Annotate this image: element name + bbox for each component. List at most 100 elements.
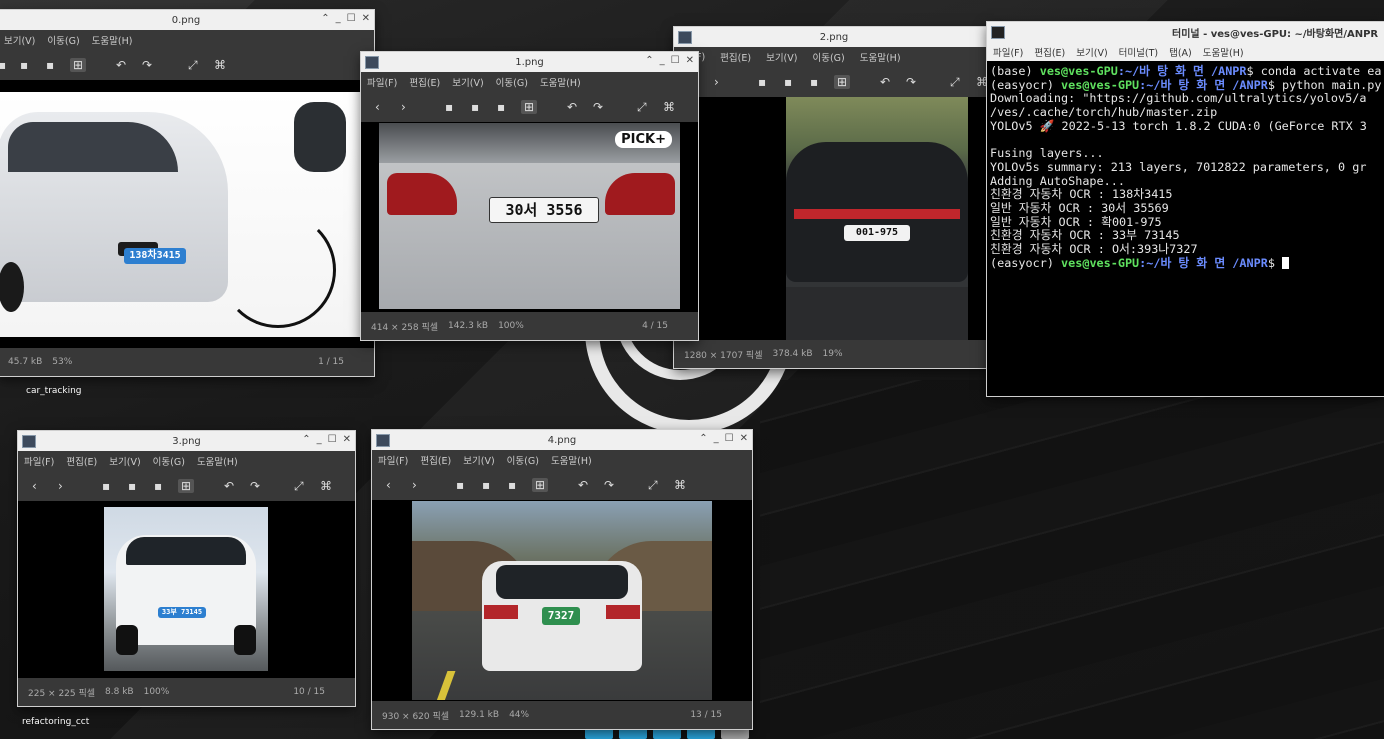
menu-go[interactable]: 이동(G) [47,33,79,47]
gallery-icon[interactable]: ⊞ [834,75,851,89]
taskbar-item[interactable] [585,728,613,739]
image-canvas[interactable]: 138차3415 [0,80,374,348]
menu-help[interactable]: 도움말(H) [551,453,592,467]
terminal-output[interactable]: (base) ves@ves-GPU:~/바 탕 화 면 /ANPR$ cond… [987,61,1384,396]
fullscreen-icon[interactable]: ⤢ [637,100,647,115]
zoom-fit-icon[interactable]: ▪ [810,75,818,89]
minimize-icon[interactable]: _ [336,13,341,24]
collapse-icon[interactable]: ⌃ [302,434,310,445]
next-icon[interactable]: › [714,75,719,89]
menu-go[interactable]: 이동(G) [812,50,844,64]
collapse-icon[interactable]: ⌃ [645,55,653,66]
zoom-normal-icon[interactable]: ▪ [471,100,479,114]
next-icon[interactable]: › [401,100,406,114]
terminal-window[interactable]: 터미널 - ves@ves-GPU: ~/바탕화면/ANPR 파일(F) 편집(… [987,22,1384,396]
menu-terminal[interactable]: 터미널(T) [1119,45,1158,59]
image-viewer-window-1[interactable]: 1.png ⌃ _ ☐ ✕ 파일(F) 편집(E) 보기(V) 이동(G) 도움말(H… [361,52,698,340]
gallery-icon[interactable]: ⊞ [532,478,549,492]
settings-icon[interactable]: ⌘ [663,100,675,114]
next-icon[interactable]: › [412,478,417,492]
image-viewer-window-0[interactable]: 0.png ⌃ _ ☐ ✕ 보기(V) 이동(G) 도움말(H) ▪ ▪ ▪ ⊞ ↶ … [0,10,374,376]
rotate-left-icon[interactable]: ↶ [880,75,890,89]
zoom-out-icon[interactable]: ▪ [445,100,453,114]
close-icon[interactable]: ✕ [343,434,351,445]
menu-help[interactable]: 도움말(H) [860,50,901,64]
rotate-right-icon[interactable]: ↷ [604,478,614,492]
rotate-right-icon[interactable]: ↷ [906,75,916,89]
image-viewer-window-4[interactable]: 4.png ⌃ _ ☐ ✕ 파일(F) 편집(E) 보기(V) 이동(G) 도움말(H… [372,430,752,729]
fullscreen-icon[interactable]: ⤢ [648,478,658,493]
menu-help[interactable]: 도움말(H) [540,75,581,89]
taskbar-item[interactable] [687,728,715,739]
menu-tabs[interactable]: 탭(A) [1169,45,1192,59]
image-canvas[interactable]: PICK+ 30서 3556 [361,122,698,312]
menu-edit[interactable]: 편집(E) [420,453,451,467]
image-canvas[interactable]: 7327 [372,500,752,701]
settings-icon[interactable]: ⌘ [214,58,226,72]
menu-edit[interactable]: 편집(E) [409,75,440,89]
fullscreen-icon[interactable]: ⤢ [294,479,304,494]
menu-edit[interactable]: 편집(E) [1034,45,1065,59]
close-icon[interactable]: ✕ [362,13,370,24]
zoom-fit-icon[interactable]: ▪ [154,479,162,493]
rotate-right-icon[interactable]: ↷ [593,100,603,114]
fullscreen-icon[interactable]: ⤢ [950,75,960,90]
desktop-icon-refactoring-cct[interactable]: refactoring_cct [22,717,89,727]
collapse-icon[interactable]: ⌃ [321,13,329,24]
zoom-out-icon[interactable]: ▪ [758,75,766,89]
menu-view[interactable]: 보기(V) [1076,45,1107,59]
zoom-normal-icon[interactable]: ▪ [784,75,792,89]
menu-help[interactable]: 도움말(H) [92,33,133,47]
menu-edit[interactable]: 편집(E) [66,454,97,468]
menu-view[interactable]: 보기(V) [4,33,35,47]
gallery-icon[interactable]: ⊞ [178,479,195,493]
zoom-fit-icon[interactable]: ▪ [497,100,505,114]
titlebar[interactable]: 2.png [674,27,994,47]
next-icon[interactable]: › [58,479,63,493]
titlebar[interactable]: 3.png ⌃ _ ☐ ✕ [18,431,355,451]
menu-file[interactable]: 파일(F) [24,454,54,468]
maximize-icon[interactable]: ☐ [725,433,734,444]
menu-help[interactable]: 도움말(H) [197,454,238,468]
taskbar-item[interactable] [721,728,749,739]
menu-file[interactable]: 파일(F) [993,45,1023,59]
settings-icon[interactable]: ⌘ [674,478,686,492]
fullscreen-icon[interactable]: ⤢ [188,58,198,73]
zoom-out-icon[interactable]: ▪ [102,479,110,493]
previous-icon[interactable]: ‹ [375,100,380,114]
menu-view[interactable]: 보기(V) [766,50,797,64]
image-canvas[interactable]: 001-975 [674,97,994,340]
minimize-icon[interactable]: _ [317,434,322,445]
rotate-left-icon[interactable]: ↶ [224,479,234,493]
close-icon[interactable]: ✕ [740,433,748,444]
menu-edit[interactable]: 편집(E) [720,50,751,64]
zoom-normal-icon[interactable]: ▪ [482,478,490,492]
menu-view[interactable]: 보기(V) [452,75,483,89]
gallery-icon[interactable]: ⊞ [70,58,87,72]
menu-go[interactable]: 이동(G) [496,75,528,89]
image-canvas[interactable]: 33부 73145 [18,501,355,678]
zoom-out-icon[interactable]: ▪ [456,478,464,492]
minimize-icon[interactable]: _ [714,433,719,444]
rotate-right-icon[interactable]: ↷ [142,58,152,72]
rotate-left-icon[interactable]: ↶ [567,100,577,114]
titlebar[interactable]: 터미널 - ves@ves-GPU: ~/바탕화면/ANPR [987,22,1384,42]
rotate-left-icon[interactable]: ↶ [578,478,588,492]
zoom-normal-icon[interactable]: ▪ [128,479,136,493]
menu-view[interactable]: 보기(V) [463,453,494,467]
collapse-icon[interactable]: ⌃ [699,433,707,444]
zoom-fit-icon[interactable]: ▪ [46,58,54,72]
previous-icon[interactable]: ‹ [386,478,391,492]
image-viewer-window-2[interactable]: 2.png F) 편집(E) 보기(V) 이동(G) 도움말(H) › ▪ ▪ … [674,27,994,368]
maximize-icon[interactable]: ☐ [328,434,337,445]
menu-file[interactable]: 파일(F) [378,453,408,467]
zoom-normal-icon[interactable]: ▪ [20,58,28,72]
rotate-left-icon[interactable]: ↶ [116,58,126,72]
maximize-icon[interactable]: ☐ [347,13,356,24]
titlebar[interactable]: 1.png ⌃ _ ☐ ✕ [361,52,698,72]
menu-help[interactable]: 도움말(H) [1203,45,1244,59]
titlebar[interactable]: 0.png ⌃ _ ☐ ✕ [0,10,374,30]
settings-icon[interactable]: ⌘ [320,479,332,493]
titlebar[interactable]: 4.png ⌃ _ ☐ ✕ [372,430,752,450]
zoom-out-icon[interactable]: ▪ [0,58,6,72]
